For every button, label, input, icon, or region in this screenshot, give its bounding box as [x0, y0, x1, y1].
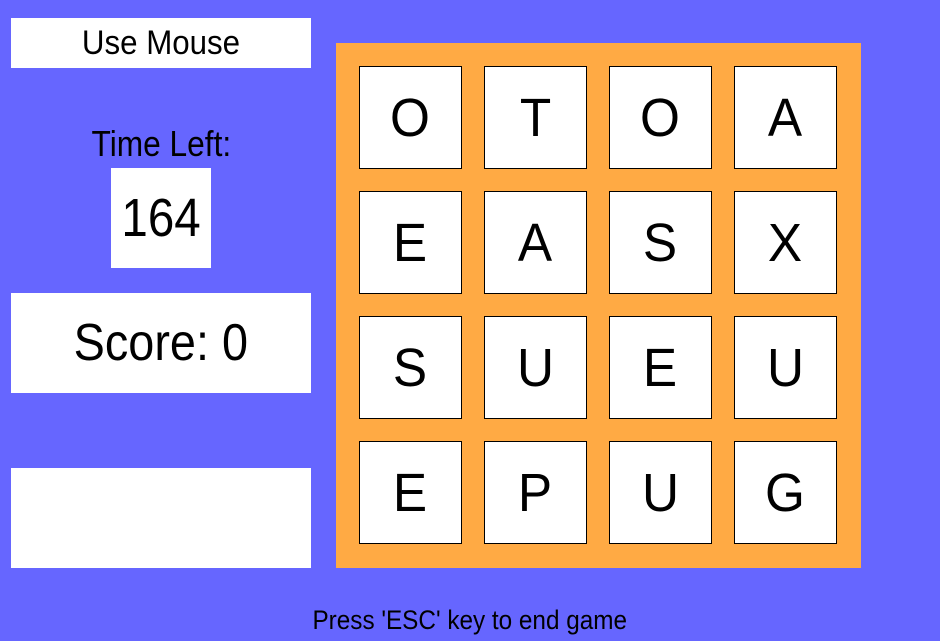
letter-tile-text: O [390, 87, 431, 148]
letter-tile-r1c2[interactable]: T [484, 66, 587, 169]
letter-tile-text: E [643, 337, 678, 398]
letter-tile-r2c2[interactable]: A [484, 191, 587, 294]
end-game-instruction-text: Press 'ESC' key to end game [312, 604, 628, 635]
letter-tile-r3c1[interactable]: S [359, 316, 462, 419]
letter-tile-text: G [765, 462, 806, 523]
letter-tile-r2c4[interactable]: X [734, 191, 837, 294]
time-left-label-text: Time Left: [91, 123, 231, 164]
letter-tile-r3c3[interactable]: E [609, 316, 712, 419]
letter-tile-text: O [640, 87, 681, 148]
letter-tile-text: S [643, 212, 678, 273]
letter-tile-r4c4[interactable]: G [734, 441, 837, 544]
end-game-instruction: Press 'ESC' key to end game [0, 600, 940, 640]
letter-tile-r4c2[interactable]: P [484, 441, 587, 544]
letter-tile-r1c3[interactable]: O [609, 66, 712, 169]
letter-tile-text: A [768, 87, 803, 148]
letter-tile-r1c1[interactable]: O [359, 66, 462, 169]
letter-tile-r2c1[interactable]: E [359, 191, 462, 294]
letter-tile-text: T [519, 87, 552, 148]
time-left-label: Time Left: [11, 122, 311, 166]
letter-tile-r4c1[interactable]: E [359, 441, 462, 544]
current-word-display [11, 468, 311, 568]
letter-tile-text: S [393, 337, 428, 398]
letter-tile-text: A [518, 212, 553, 273]
input-mode-label: Use Mouse [11, 18, 311, 68]
time-left-value: 164 [121, 188, 201, 248]
input-mode-text: Use Mouse [81, 23, 241, 62]
letter-tile-text: E [393, 462, 428, 523]
letter-tile-r3c2[interactable]: U [484, 316, 587, 419]
letter-tile-r1c4[interactable]: A [734, 66, 837, 169]
letter-tile-text: X [768, 212, 803, 273]
letter-tile-text: U [641, 462, 680, 523]
letter-tile-text: P [518, 462, 553, 523]
score-text: Score: 0 [73, 314, 249, 372]
letter-tile-text: U [766, 337, 805, 398]
letter-board: O T O A E A S X S U E U E P U G [336, 43, 861, 568]
time-left-display: 164 [111, 168, 211, 268]
letter-tile-text: U [516, 337, 555, 398]
letter-tile-r4c3[interactable]: U [609, 441, 712, 544]
score-display: Score: 0 [11, 293, 311, 393]
letter-tile-text: E [393, 212, 428, 273]
letter-tile-r3c4[interactable]: U [734, 316, 837, 419]
letter-tile-r2c3[interactable]: S [609, 191, 712, 294]
